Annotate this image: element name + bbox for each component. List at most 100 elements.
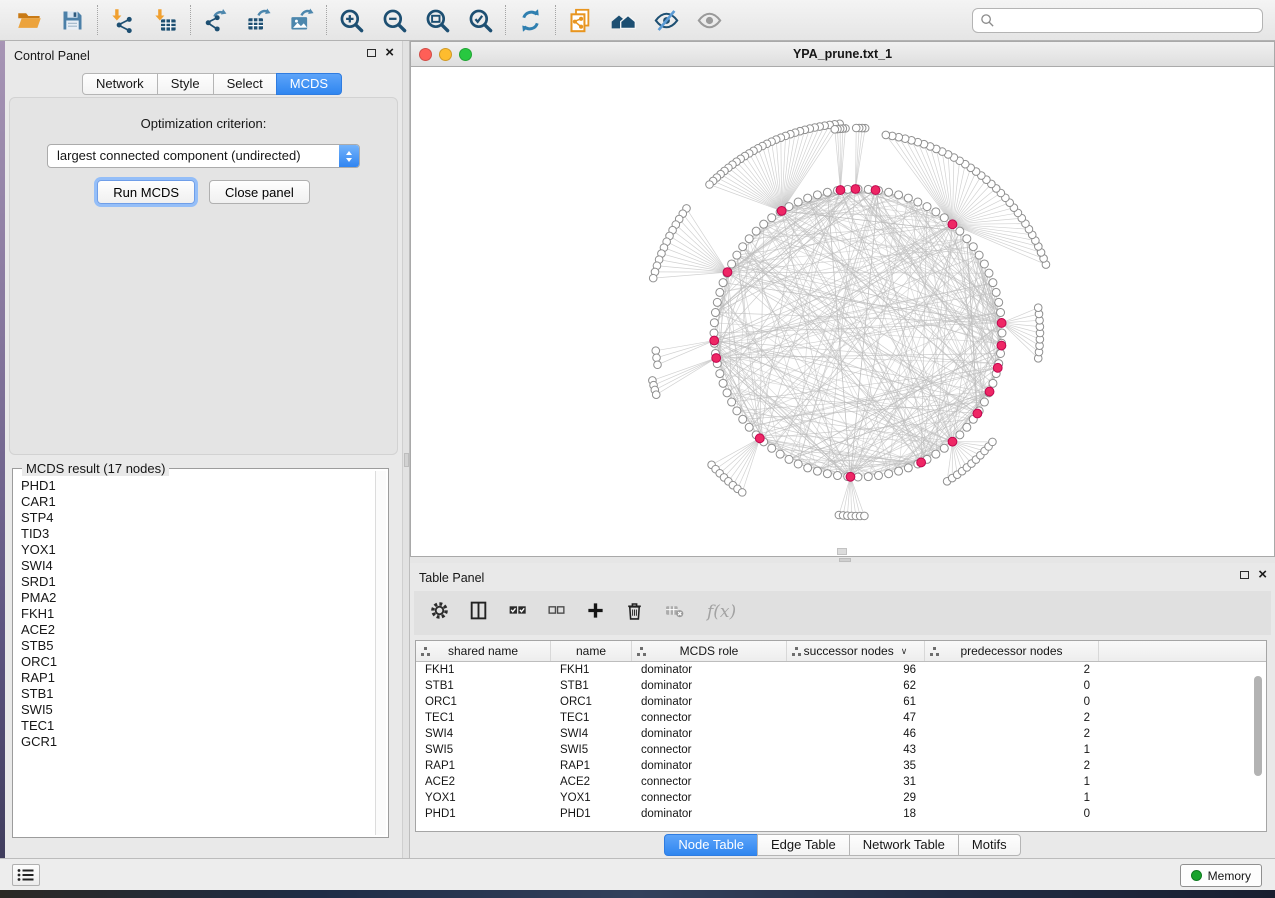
zoom-fit-button[interactable] bbox=[423, 6, 452, 35]
close-panel-icon[interactable]: × bbox=[385, 48, 394, 58]
mcds-result-scrollbar[interactable] bbox=[375, 471, 386, 835]
column-header-MCDS-role[interactable]: MCDS role bbox=[632, 641, 787, 661]
trash-icon bbox=[624, 600, 645, 621]
memory-button[interactable]: Memory bbox=[1180, 864, 1262, 887]
criterion-dropdown[interactable]: largest connected component (undirected) bbox=[47, 144, 360, 168]
vertical-splitter[interactable] bbox=[402, 41, 410, 858]
table-cell: dominator bbox=[632, 726, 787, 742]
network-resize-handle[interactable] bbox=[837, 548, 847, 555]
column-header-predecessor-nodes[interactable]: predecessor nodes bbox=[925, 641, 1099, 661]
mcds-result-item[interactable]: SWI4 bbox=[21, 558, 372, 574]
mcds-result-item[interactable]: GCR1 bbox=[21, 734, 372, 750]
mcds-result-item[interactable]: RAP1 bbox=[21, 670, 372, 686]
mcds-result-item[interactable]: STB1 bbox=[21, 686, 372, 702]
float-table-panel-icon[interactable] bbox=[1240, 571, 1249, 579]
mcds-result-item[interactable]: CAR1 bbox=[21, 494, 372, 510]
new-network-from-selection-button[interactable] bbox=[566, 6, 595, 35]
mcds-result-item[interactable]: PHD1 bbox=[21, 478, 372, 494]
table-settings-button[interactable] bbox=[429, 600, 450, 626]
mcds-result-item[interactable]: ORC1 bbox=[21, 654, 372, 670]
table-row[interactable]: ACE2ACE2connector311 bbox=[416, 774, 1266, 790]
toolbar-separator bbox=[97, 5, 98, 35]
table-cell: YOX1 bbox=[416, 790, 551, 806]
tab-edge-table[interactable]: Edge Table bbox=[757, 834, 850, 856]
table-row[interactable]: YOX1YOX1connector291 bbox=[416, 790, 1266, 806]
delete-column-button[interactable] bbox=[624, 600, 645, 626]
network-canvas[interactable] bbox=[411, 67, 1274, 556]
close-table-panel-icon[interactable]: × bbox=[1258, 570, 1267, 580]
mcds-result-item[interactable]: TEC1 bbox=[21, 718, 372, 734]
table-row[interactable]: FKH1FKH1dominator962 bbox=[416, 662, 1266, 678]
table-row[interactable]: SWI4SWI4dominator462 bbox=[416, 726, 1266, 742]
table-row[interactable]: STB1STB1dominator620 bbox=[416, 678, 1266, 694]
tab-network-table[interactable]: Network Table bbox=[849, 834, 959, 856]
table-cell: 46 bbox=[787, 726, 925, 742]
export-table-icon bbox=[245, 7, 272, 34]
table-scrollbar[interactable] bbox=[1253, 666, 1263, 827]
tab-select[interactable]: Select bbox=[213, 73, 277, 95]
tab-motifs[interactable]: Motifs bbox=[958, 834, 1021, 856]
show-columns-button[interactable] bbox=[468, 600, 489, 626]
show-panels-button[interactable] bbox=[12, 864, 40, 886]
table-row[interactable]: TEC1TEC1connector472 bbox=[416, 710, 1266, 726]
horizontal-splitter-handle[interactable] bbox=[839, 558, 851, 562]
deselect-all-button[interactable] bbox=[546, 600, 567, 626]
table-row[interactable]: PHD1PHD1dominator180 bbox=[416, 806, 1266, 822]
minimize-window-icon[interactable] bbox=[439, 48, 452, 61]
table-cell: 0 bbox=[925, 678, 1099, 694]
apply-layout-button[interactable] bbox=[516, 6, 545, 35]
search-input[interactable] bbox=[1000, 10, 1262, 31]
maximize-window-icon[interactable] bbox=[459, 48, 472, 61]
zoom-in-button[interactable] bbox=[337, 6, 366, 35]
tab-node-table[interactable]: Node Table bbox=[664, 834, 758, 856]
export-table-button[interactable] bbox=[244, 6, 273, 35]
import-table-button[interactable] bbox=[151, 6, 180, 35]
table-scrollbar-thumb[interactable] bbox=[1254, 676, 1262, 776]
save-session-button[interactable] bbox=[58, 6, 87, 35]
network-window: YPA_prune.txt_1 bbox=[410, 41, 1275, 557]
mcds-result-item[interactable]: STB5 bbox=[21, 638, 372, 654]
mcds-result-item[interactable]: SRD1 bbox=[21, 574, 372, 590]
main-toolbar bbox=[0, 0, 1275, 41]
show-all-button[interactable] bbox=[695, 6, 724, 35]
table-row[interactable]: ORC1ORC1dominator610 bbox=[416, 694, 1266, 710]
column-header-shared-name[interactable]: shared name bbox=[416, 641, 551, 661]
network-window-titlebar[interactable]: YPA_prune.txt_1 bbox=[411, 42, 1274, 67]
column-header-name[interactable]: name bbox=[551, 641, 632, 661]
create-column-button[interactable] bbox=[585, 600, 606, 626]
zoom-selected-button[interactable] bbox=[466, 6, 495, 35]
houses-icon bbox=[610, 7, 637, 34]
float-panel-icon[interactable] bbox=[367, 49, 376, 57]
mcds-result-item[interactable]: YOX1 bbox=[21, 542, 372, 558]
export-network-button[interactable] bbox=[201, 6, 230, 35]
table-row[interactable]: SWI5SWI5connector431 bbox=[416, 742, 1266, 758]
open-session-button[interactable] bbox=[15, 6, 44, 35]
export-image-button[interactable] bbox=[287, 6, 316, 35]
network-graph[interactable] bbox=[411, 67, 1274, 556]
mcds-result-item[interactable]: SWI5 bbox=[21, 702, 372, 718]
tab-style[interactable]: Style bbox=[157, 73, 214, 95]
mcds-result-item[interactable]: TID3 bbox=[21, 526, 372, 542]
list-icon bbox=[17, 868, 35, 882]
column-header-successor-nodes[interactable]: successor nodes∨ bbox=[787, 641, 925, 661]
tab-mcds[interactable]: MCDS bbox=[276, 73, 342, 95]
table-cell: SWI5 bbox=[551, 742, 632, 758]
run-mcds-button[interactable]: Run MCDS bbox=[97, 180, 195, 204]
mcds-result-item[interactable]: FKH1 bbox=[21, 606, 372, 622]
mcds-result-item[interactable]: ACE2 bbox=[21, 622, 372, 638]
mcds-result-item[interactable]: PMA2 bbox=[21, 590, 372, 606]
toolbar-separator bbox=[190, 5, 191, 35]
close-panel-button[interactable]: Close panel bbox=[209, 180, 310, 204]
vertical-splitter-handle[interactable] bbox=[404, 453, 409, 467]
select-all-button[interactable] bbox=[507, 600, 528, 626]
hide-selected-button[interactable] bbox=[652, 6, 681, 35]
first-neighbors-button[interactable] bbox=[609, 6, 638, 35]
close-window-icon[interactable] bbox=[419, 48, 432, 61]
delete-table-button[interactable] bbox=[663, 600, 687, 626]
tab-network[interactable]: Network bbox=[82, 73, 158, 95]
mcds-result-item[interactable]: STP4 bbox=[21, 510, 372, 526]
import-network-button[interactable] bbox=[108, 6, 137, 35]
function-builder-button[interactable]: f(x) bbox=[705, 600, 739, 627]
table-row[interactable]: RAP1RAP1dominator352 bbox=[416, 758, 1266, 774]
zoom-out-button[interactable] bbox=[380, 6, 409, 35]
